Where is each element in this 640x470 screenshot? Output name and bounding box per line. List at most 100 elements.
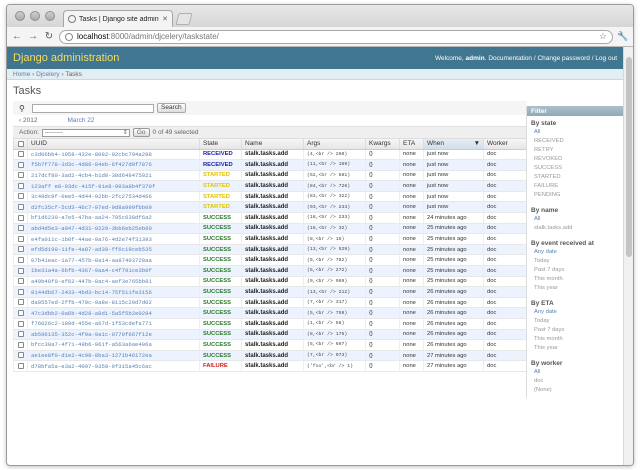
- scrollbar-thumb[interactable]: [626, 57, 632, 257]
- back-arrow-icon[interactable]: ←: [11, 31, 23, 43]
- uuid-link[interactable]: bfcc30a7-4f71-49b6-961f-a563a6ae406a: [27, 339, 200, 351]
- row-checkbox[interactable]: [13, 286, 28, 298]
- filter-option[interactable]: FAILURE: [534, 182, 621, 191]
- site-brand[interactable]: Django administration: [13, 52, 119, 64]
- filter-option[interactable]: PENDING: [534, 191, 621, 200]
- uuid-link[interactable]: e4fa011c-1b0f-44ae-9a76-4d2e74f31393: [27, 233, 200, 245]
- table-row[interactable]: c3d06bb4-1958-432e-8092-02cbc794a298 RECE…: [13, 149, 528, 161]
- search-button[interactable]: Search: [157, 103, 186, 113]
- filter-option[interactable]: Any date: [534, 308, 621, 317]
- column-header-name[interactable]: Name: [241, 139, 304, 150]
- filter-option[interactable]: (None): [534, 386, 621, 395]
- row-checkbox[interactable]: [13, 339, 28, 351]
- column-header-uuid[interactable]: UUID: [27, 139, 200, 150]
- column-header-when[interactable]: When ▼: [423, 139, 484, 150]
- filter-option[interactable]: doc: [534, 377, 621, 386]
- zoom-window-button[interactable]: [45, 11, 55, 21]
- table-row[interactable]: f5b7f778-3d3c-4d86-84eb-6f427d0f7876 RECE…: [13, 159, 528, 171]
- row-checkbox[interactable]: [13, 307, 28, 319]
- uuid-link[interactable]: da0557ed-2ffb-479c-9a8e-8115c29d7d02: [27, 297, 200, 309]
- logout-link[interactable]: Log out: [595, 55, 617, 62]
- row-checkbox[interactable]: [13, 159, 28, 171]
- row-checkbox[interactable]: [13, 350, 28, 362]
- filter-option[interactable]: This month: [534, 335, 621, 344]
- filter-option[interactable]: RETRY: [534, 146, 621, 155]
- table-row[interactable]: bfcc30a7-4f71-49b6-961f-a563a6ae406a SUCC…: [13, 339, 528, 351]
- table-row[interactable]: e4fa011c-1b0f-44ae-9a76-4d2e74f31393 SUCC…: [13, 233, 528, 245]
- filter-option[interactable]: All: [534, 128, 621, 137]
- table-row[interactable]: ae1ee8f0-d1e2-4c98-8ba3-1271b46172ea SUCC…: [13, 350, 528, 362]
- column-header-worker[interactable]: Worker: [483, 139, 528, 150]
- filter-option[interactable]: All: [534, 215, 621, 224]
- uuid-link[interactable]: f76026c2-189d-455e-a67d-1f53cdefa771: [27, 318, 200, 330]
- filter-option[interactable]: Past 7 days: [534, 266, 621, 275]
- table-row[interactable]: 3c49dc9f-0ee5-4d44-92bb-2fc27534d466 STAR…: [13, 191, 528, 203]
- change-password-link[interactable]: Change password: [537, 55, 589, 62]
- column-header-args[interactable]: Args: [303, 139, 366, 150]
- row-checkbox[interactable]: [13, 360, 28, 372]
- filter-option[interactable]: stalk.tasks.add: [534, 224, 621, 233]
- filter-option[interactable]: All: [534, 368, 621, 377]
- go-button[interactable]: Go: [132, 128, 150, 137]
- filter-option[interactable]: Today: [534, 317, 621, 326]
- table-row[interactable]: bf1d6230-a7e5-47ba-aa24-795c638df6a2 SUCC…: [13, 212, 528, 224]
- uuid-link[interactable]: ae1ee8f0-d1e2-4c98-8ba3-1271b46172ea: [27, 350, 200, 362]
- date-link-march-22[interactable]: March 22: [67, 117, 94, 124]
- uuid-link[interactable]: a49b40f0-ef62-447b-8ac4-aef3e765bb81: [27, 276, 200, 288]
- uuid-link[interactable]: abd4d5e3-a947-4d31-9229-3bb6eb25eb60: [27, 223, 200, 235]
- select-all-checkbox[interactable]: [13, 139, 28, 150]
- uuid-link[interactable]: efd5d190-11fe-4a87-ad39-ff6c19ceb535: [27, 244, 200, 256]
- filter-option[interactable]: Today: [534, 257, 621, 266]
- uuid-link[interactable]: 07b41eac-1a77-457b-8a14-aa87403720aa: [27, 254, 200, 267]
- row-checkbox[interactable]: [13, 201, 28, 214]
- table-row[interactable]: 8144db67-2433-4bd3-bc14-75f511fe3156 SUCC…: [13, 286, 528, 298]
- uuid-link[interactable]: 217dcf80-3ad2-4cb4-b1d8-38d648475021: [27, 170, 200, 182]
- filter-option[interactable]: Any date: [534, 248, 621, 257]
- address-bar[interactable]: localhost:8000/admin/djcelery/taskstate/…: [59, 29, 613, 44]
- row-checkbox[interactable]: [13, 191, 28, 203]
- uuid-link[interactable]: 3c49dc9f-0ee5-4d44-92bb-2fc27534d466: [27, 191, 200, 203]
- table-row[interactable]: 123aff e8-03dc-415f-91e8-993a8b4f370f STA…: [13, 180, 528, 192]
- uuid-link[interactable]: 123aff e8-03dc-415f-91e8-993a8b4f370f: [27, 180, 200, 192]
- page-scrollbar[interactable]: [623, 47, 633, 465]
- action-select[interactable]: --------- ⇕: [41, 128, 130, 137]
- uuid-link[interactable]: f5b7f778-3d3c-4d86-84eb-6f427d0f7876: [27, 159, 200, 171]
- uuid-link[interactable]: d78bfa5a-e3a2-4097-9358-9f315a45c6ac: [27, 360, 200, 372]
- row-checkbox[interactable]: [13, 265, 28, 277]
- table-row[interactable]: d78bfa5a-e3a2-4097-9358-9f315a45c6ac FAIL…: [13, 360, 528, 372]
- table-row[interactable]: abd4d5e3-a947-4d31-9229-3bb6eb25eb60 SUCC…: [13, 223, 528, 235]
- table-row[interactable]: 1be31a4a-6bfb-4367-9aa4-c4f791ce3b0f SUCC…: [13, 265, 528, 277]
- row-checkbox[interactable]: [13, 212, 28, 224]
- row-checkbox[interactable]: [13, 254, 28, 267]
- breadcrumb-home[interactable]: Home: [13, 71, 30, 78]
- uuid-link[interactable]: c3d06bb4-1958-432e-8092-02cbc794a298: [27, 149, 200, 161]
- row-checkbox[interactable]: [13, 244, 28, 256]
- uuid-link[interactable]: 1be31a4a-6bfb-4367-9aa4-c4f791ce3b0f: [27, 265, 200, 277]
- column-header-state[interactable]: State: [199, 139, 242, 150]
- reload-icon[interactable]: ↻: [43, 31, 55, 43]
- uuid-link[interactable]: 8144db67-2433-4bd3-bc14-75f511fe3156: [27, 286, 200, 298]
- filter-option[interactable]: SUCCESS: [534, 164, 621, 173]
- forward-arrow-icon[interactable]: →: [27, 31, 39, 43]
- uuid-link[interactable]: d2fc35cf-5cd3-46c7-97ed-9d8a999fbb09: [27, 201, 200, 214]
- table-row[interactable]: 217dcf80-3ad2-4cb4-b1d8-38d648475021 STAR…: [13, 170, 528, 182]
- filter-option[interactable]: RECEIVED: [534, 137, 621, 146]
- new-tab-button[interactable]: [175, 13, 193, 25]
- row-checkbox[interactable]: [13, 297, 28, 309]
- bookmark-star-icon[interactable]: ☆: [599, 31, 607, 42]
- row-checkbox[interactable]: [13, 329, 28, 341]
- close-tab-icon[interactable]: ✕: [162, 15, 168, 23]
- date-back-link[interactable]: ‹ 2012: [19, 117, 37, 124]
- row-checkbox[interactable]: [13, 233, 28, 245]
- filter-option[interactable]: This year: [534, 284, 621, 293]
- row-checkbox[interactable]: [13, 170, 28, 182]
- row-checkbox[interactable]: [13, 276, 28, 288]
- table-row[interactable]: 07b41eac-1a77-457b-8a14-aa87403720aa SUCC…: [13, 254, 528, 267]
- filter-option[interactable]: This year: [534, 344, 621, 353]
- uuid-link[interactable]: bf1d6230-a7e5-47ba-aa24-795c638df6a2: [27, 212, 200, 224]
- documentation-link[interactable]: Documentation: [488, 55, 532, 62]
- close-window-button[interactable]: [15, 11, 25, 21]
- filter-option[interactable]: Past 7 days: [534, 326, 621, 335]
- table-row[interactable]: d2fc35cf-5cd3-46c7-97ed-9d8a999fbb09 STAR…: [13, 201, 528, 214]
- minimize-window-button[interactable]: [30, 11, 40, 21]
